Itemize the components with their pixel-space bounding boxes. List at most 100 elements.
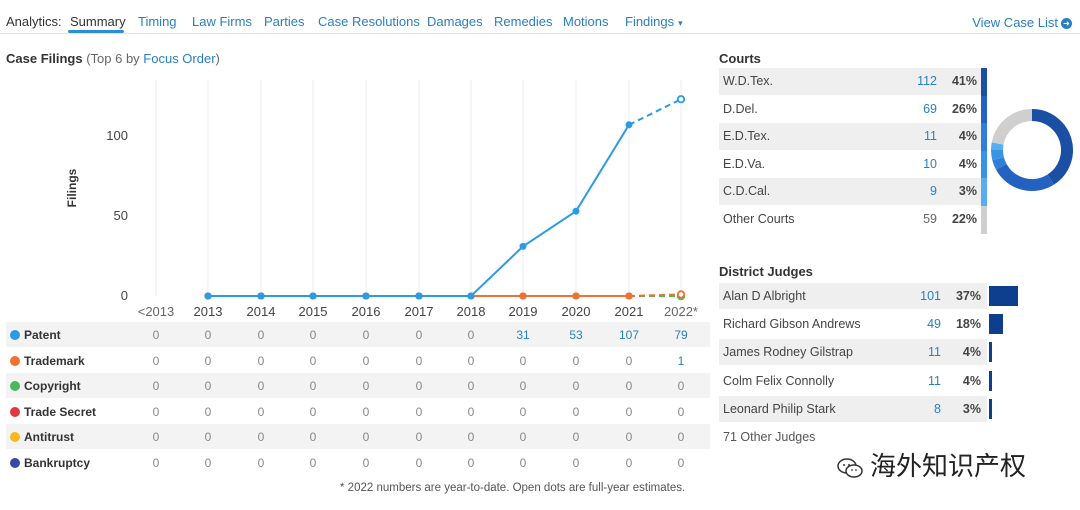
wechat-icon xyxy=(837,458,863,478)
judge-percent: 37% xyxy=(955,289,981,303)
judge-name: Colm Felix Connolly xyxy=(723,373,835,388)
table-cell: 0 xyxy=(519,379,527,393)
table-cell[interactable]: 1 xyxy=(666,354,696,368)
data-point xyxy=(257,292,265,300)
tab-law-firms[interactable]: Law Firms xyxy=(192,14,252,29)
table-cell: 0 xyxy=(519,430,527,444)
table-cell[interactable]: 31 xyxy=(508,328,538,342)
table-cell[interactable]: 53 xyxy=(561,328,591,342)
tab-findings[interactable]: Findings ▾ xyxy=(625,14,683,29)
court-count[interactable]: 112 xyxy=(917,74,937,88)
table-cell: 0 xyxy=(152,353,160,368)
court-count[interactable]: 9 xyxy=(930,184,937,198)
x-tick-label: <2013 xyxy=(138,304,175,319)
x-tick-label: 2022* xyxy=(664,304,698,319)
table-cell: 0 xyxy=(625,455,633,470)
donut-slice xyxy=(1031,109,1073,185)
series-legend-label[interactable]: Copyright xyxy=(10,379,81,393)
series-legend-label[interactable]: Patent xyxy=(10,328,61,342)
table-cell: 0 xyxy=(467,328,475,342)
judge-row: Richard Gibson Andrews 49 18% xyxy=(719,311,987,337)
table-cell: 0 xyxy=(362,455,370,470)
table-cell: 0 xyxy=(309,455,317,470)
x-tick-label: 2019 xyxy=(509,304,538,319)
court-count[interactable]: 69 xyxy=(923,102,937,116)
judge-count[interactable]: 101 xyxy=(920,289,941,303)
view-case-list-link[interactable]: View Case List ➜ xyxy=(972,15,1072,30)
series-projection xyxy=(628,98,682,126)
focus-order-link[interactable]: Focus Order xyxy=(143,51,215,66)
court-color-bar xyxy=(981,178,987,207)
table-cell: 0 xyxy=(362,328,370,342)
series-legend-label[interactable]: Trade Secret xyxy=(10,405,96,419)
series-dot-icon xyxy=(10,457,20,468)
nav-divider xyxy=(0,33,1080,34)
court-count[interactable]: 10 xyxy=(923,157,937,171)
data-point xyxy=(519,292,527,300)
table-cell: 0 xyxy=(415,328,423,342)
court-color-bar xyxy=(981,123,987,152)
table-cell: 0 xyxy=(309,353,317,368)
tab-remedies[interactable]: Remedies xyxy=(494,14,553,29)
data-point xyxy=(519,242,527,250)
x-tick-label: 2018 xyxy=(457,304,486,319)
series-legend-label[interactable]: Antitrust xyxy=(10,430,74,444)
judge-share-bar xyxy=(989,314,1004,335)
court-name: C.D.Cal. xyxy=(723,184,771,199)
judge-name: Leonard Philip Stark xyxy=(723,401,836,416)
tab-summary[interactable]: Summary xyxy=(70,14,126,29)
table-cell: 0 xyxy=(152,328,160,342)
court-name: E.D.Tex. xyxy=(723,129,771,144)
judge-name: Alan D Albright xyxy=(723,289,806,303)
judge-count[interactable]: 11 xyxy=(928,345,941,359)
table-cell: 0 xyxy=(257,328,265,342)
case-filings-title: Case Filings (Top 6 by Focus Order) xyxy=(6,51,220,66)
judge-row: James Rodney Gilstrap 11 4% xyxy=(719,339,987,366)
data-point xyxy=(204,292,212,300)
table-cell: 0 xyxy=(204,353,212,368)
court-row: D.Del. 69 26% xyxy=(719,96,983,123)
court-row: C.D.Cal. 9 3% xyxy=(719,178,983,206)
judge-count[interactable]: 11 xyxy=(928,374,941,388)
tab-timing[interactable]: Timing xyxy=(138,14,177,29)
tab-case-resolutions[interactable]: Case Resolutions xyxy=(318,14,420,29)
table-cell: 0 xyxy=(415,379,423,393)
y-tick-label: 0 xyxy=(121,288,128,303)
table-cell: 0 xyxy=(625,430,633,444)
court-count[interactable]: 11 xyxy=(924,129,937,143)
judge-share-bar xyxy=(989,398,992,419)
table-cell[interactable]: 79 xyxy=(666,328,696,342)
judge-count[interactable]: 49 xyxy=(927,317,941,331)
table-cell: 0 xyxy=(415,404,423,419)
tab-motions[interactable]: Motions xyxy=(563,14,609,29)
series-dot-icon xyxy=(10,381,20,391)
donut-slice xyxy=(991,142,1004,151)
series-legend-label[interactable]: Trademark xyxy=(10,354,85,368)
table-cell[interactable]: 107 xyxy=(614,328,644,342)
table-cell: 0 xyxy=(204,404,212,419)
data-point xyxy=(625,292,633,300)
table-cell: 0 xyxy=(415,455,423,470)
series-dot-icon xyxy=(10,432,20,442)
table-cell: 0 xyxy=(519,353,527,368)
analytics-nav: Analytics: Summary Timing Law Firms Part… xyxy=(0,0,1080,36)
tab-parties[interactable]: Parties xyxy=(264,14,304,29)
series-legend-label[interactable]: Bankruptcy xyxy=(10,456,90,470)
other-judges-label: 71 Other Judges xyxy=(723,430,816,444)
court-color-bar xyxy=(981,206,987,234)
case-filings-heading: Case Filings xyxy=(6,51,83,66)
x-tick-label: 2017 xyxy=(405,304,434,319)
data-point xyxy=(309,292,317,300)
court-percent: 4% xyxy=(958,156,977,171)
table-row: Trademark 0 0 0 0 0 0 0 0 0 0 1 xyxy=(6,348,710,373)
donut-slice xyxy=(991,109,1033,145)
judge-share-bar xyxy=(989,286,1018,306)
series-dot-icon xyxy=(10,355,20,366)
table-cell: 0 xyxy=(152,455,160,470)
court-percent: 3% xyxy=(958,184,977,199)
x-tick-label: 2016 xyxy=(352,304,381,319)
table-cell: 0 xyxy=(572,430,580,444)
judge-count[interactable]: 8 xyxy=(934,402,941,416)
tab-damages[interactable]: Damages xyxy=(427,14,483,29)
judge-percent: 4% xyxy=(962,373,981,388)
